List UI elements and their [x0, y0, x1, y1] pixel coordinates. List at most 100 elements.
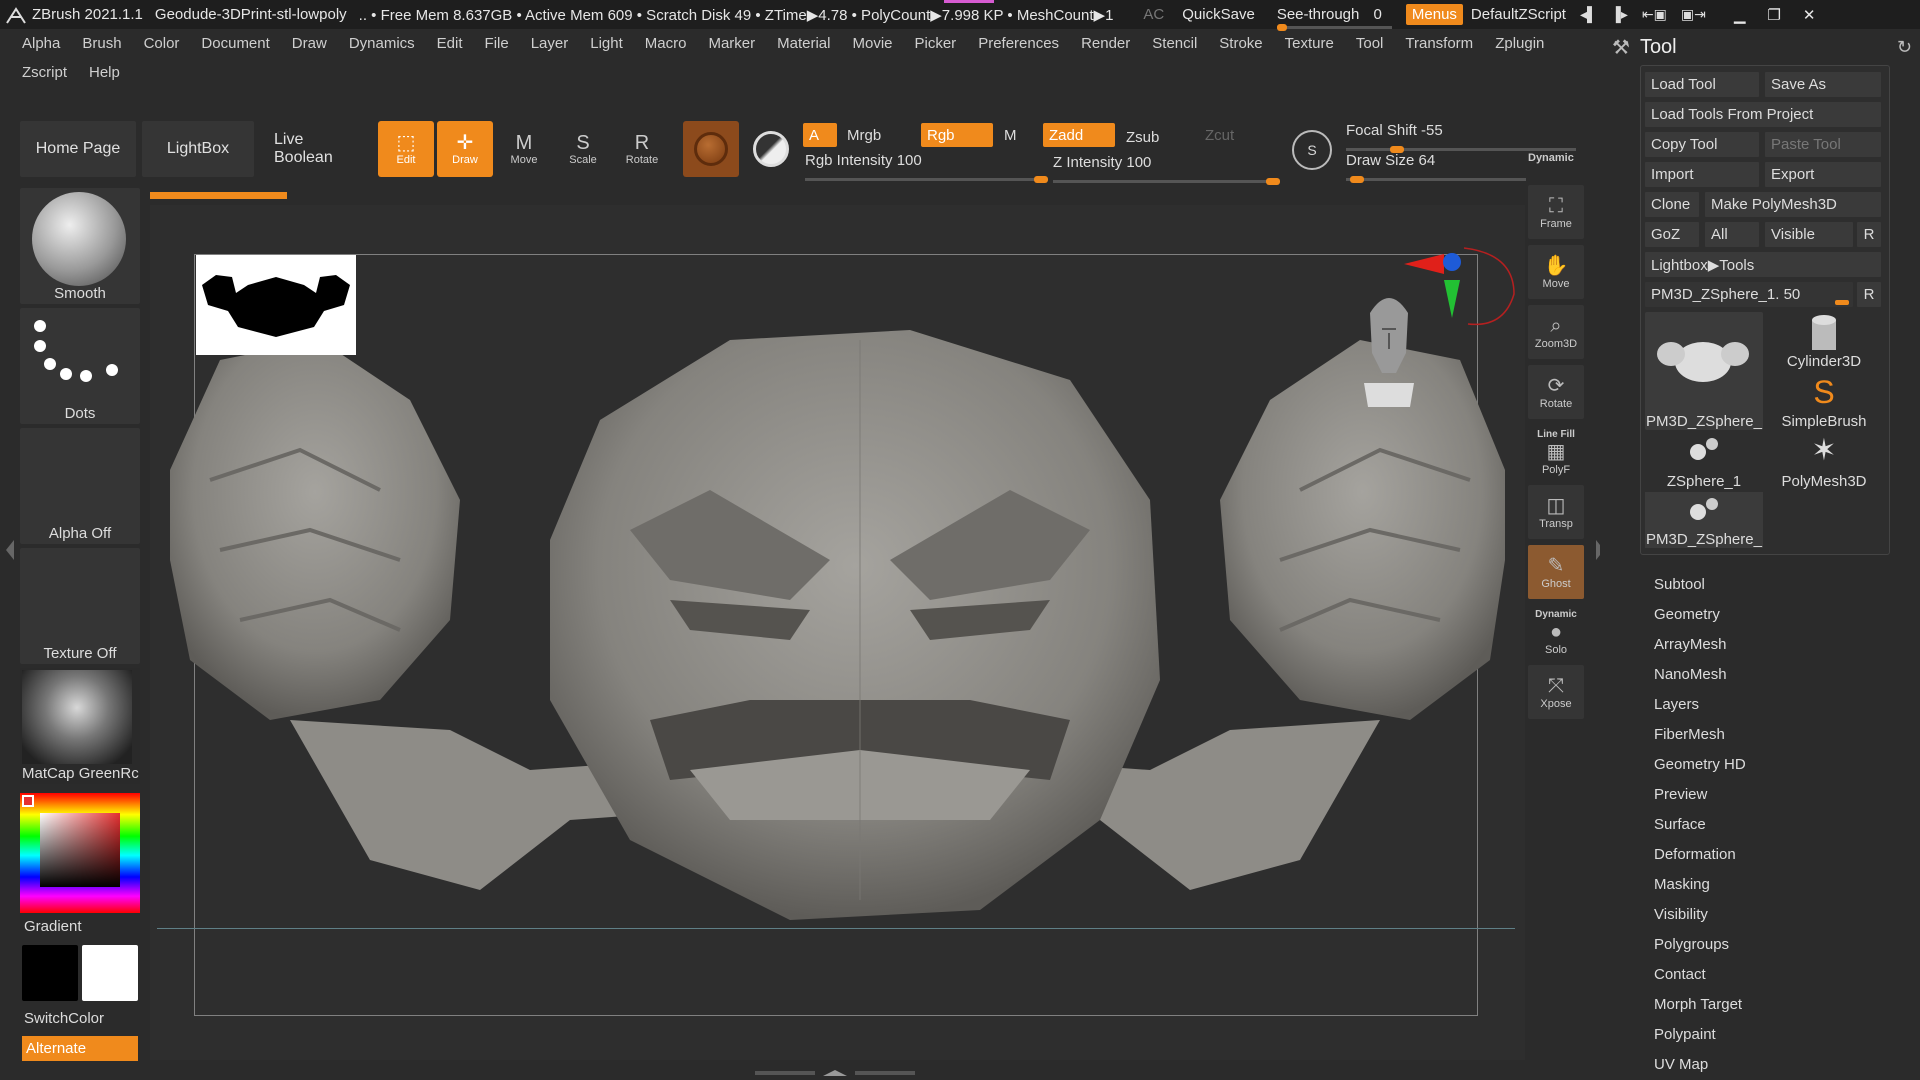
alternate-button[interactable]: Alternate — [22, 1036, 138, 1061]
layout-right-icon[interactable]: ▣⇥ — [1681, 6, 1706, 23]
menu-material[interactable]: Material — [777, 35, 830, 52]
lightbox-button[interactable]: LightBox — [142, 121, 254, 177]
rgb-button[interactable]: Rgb — [921, 123, 993, 147]
palette-right-icon[interactable]: ▐▸ — [1611, 6, 1628, 23]
submenu-polygroups[interactable]: Polygroups — [1654, 929, 1894, 959]
xpose-button[interactable]: ⤧ Xpose — [1528, 665, 1584, 719]
menu-document[interactable]: Document — [201, 35, 269, 52]
edit-mode-button[interactable]: ⬚ Edit — [378, 121, 434, 177]
menus-toggle-button[interactable]: Menus — [1405, 4, 1463, 25]
submenu-layers[interactable]: Layers — [1654, 689, 1894, 719]
navigation-thumbnail[interactable] — [196, 255, 356, 355]
close-icon[interactable]: ✕ — [1803, 6, 1816, 24]
secondary-color-swatch[interactable] — [82, 945, 138, 1001]
menu-draw[interactable]: Draw — [292, 35, 327, 52]
current-tool-knob[interactable] — [1835, 300, 1849, 305]
m-button[interactable]: M — [998, 123, 1023, 147]
rotate-view-button[interactable]: ⟳ Rotate — [1528, 365, 1584, 419]
restore-icon[interactable]: ❐ — [1767, 6, 1780, 24]
live-boolean-button[interactable]: Live Boolean — [260, 121, 372, 177]
rgb-intensity-slider[interactable]: Rgb Intensity 100 — [805, 152, 1048, 183]
rgb-intensity-knob[interactable] — [1034, 176, 1048, 183]
switch-color-button[interactable]: SwitchColor — [24, 1010, 104, 1027]
submenu-visibility[interactable]: Visibility — [1654, 899, 1894, 929]
load-from-project-button[interactable]: Load Tools From Project — [1645, 102, 1881, 127]
menu-render[interactable]: Render — [1081, 35, 1130, 52]
tool-tile-polymesh[interactable]: ✶ PolyMesh3D — [1765, 432, 1883, 490]
draw-mode-button[interactable]: ✛ Draw — [437, 121, 493, 177]
geodude-model[interactable] — [150, 300, 1530, 940]
draw-size-slider[interactable]: Draw Size 64 — [1346, 152, 1526, 183]
make-polymesh-button[interactable]: Make PolyMesh3D — [1705, 192, 1881, 217]
z-intensity-slider[interactable]: Z Intensity 100 — [1053, 154, 1280, 185]
menu-alpha[interactable]: Alpha — [22, 35, 60, 52]
tool-tile-zsphere[interactable]: ZSphere_1 — [1645, 432, 1763, 490]
rotate-mode-button[interactable]: R Rotate — [614, 121, 670, 177]
mrgb-button[interactable]: Mrgb — [841, 123, 887, 147]
zsub-button[interactable]: Zsub — [1120, 125, 1165, 149]
menu-help[interactable]: Help — [89, 64, 120, 81]
submenu-masking[interactable]: Masking — [1654, 869, 1894, 899]
save-as-button[interactable]: Save As — [1765, 72, 1881, 97]
left-tray-collapse-icon[interactable] — [6, 540, 14, 560]
focal-shift-slider[interactable]: Focal Shift -55 — [1346, 122, 1576, 153]
dynamic-label[interactable]: Dynamic — [1528, 152, 1574, 164]
color-picker[interactable] — [20, 793, 140, 913]
menu-zplugin[interactable]: Zplugin — [1495, 35, 1544, 52]
import-button[interactable]: Import — [1645, 162, 1759, 187]
paste-tool-button[interactable]: Paste Tool — [1765, 132, 1881, 157]
bottom-shelf-handle[interactable] — [755, 1070, 915, 1076]
goz-all-button[interactable]: All — [1705, 222, 1759, 247]
menu-marker[interactable]: Marker — [708, 35, 755, 52]
frame-button[interactable]: ⛶ Frame — [1528, 185, 1584, 239]
submenu-fibermesh[interactable]: FiberMesh — [1654, 719, 1894, 749]
ghost-button[interactable]: ✎ Ghost — [1528, 545, 1584, 599]
polyframe-button[interactable]: Line Fill ▦ PolyF — [1528, 425, 1584, 479]
menu-color[interactable]: Color — [144, 35, 180, 52]
layout-left-icon[interactable]: ⇤▣ — [1642, 6, 1667, 23]
menu-stroke[interactable]: Stroke — [1219, 35, 1262, 52]
menu-light[interactable]: Light — [590, 35, 623, 52]
texture-selector[interactable]: Texture Off — [20, 548, 140, 664]
export-button[interactable]: Export — [1765, 162, 1881, 187]
z-intensity-knob[interactable] — [1266, 178, 1280, 185]
solo-button[interactable]: Dynamic ● Solo — [1528, 605, 1584, 659]
menu-edit[interactable]: Edit — [437, 35, 463, 52]
ac-button[interactable]: AC — [1143, 6, 1164, 23]
submenu-nanomesh[interactable]: NanoMesh — [1654, 659, 1894, 689]
quicksave-button[interactable]: QuickSave — [1182, 6, 1255, 23]
menu-layer[interactable]: Layer — [531, 35, 569, 52]
zoom3d-button[interactable]: ⌕ Zoom3D — [1528, 305, 1584, 359]
submenu-geometry[interactable]: Geometry — [1654, 599, 1894, 629]
tool-tile-simplebrush[interactable]: S SimpleBrush — [1765, 372, 1883, 430]
color-saturation-area[interactable] — [40, 813, 120, 887]
transp-button[interactable]: ◫ Transp — [1528, 485, 1584, 539]
a-mode-button[interactable]: A — [803, 123, 837, 147]
zadd-button[interactable]: Zadd — [1043, 123, 1115, 147]
goz-button[interactable]: GoZ — [1645, 222, 1699, 247]
submenu-surface[interactable]: Surface — [1654, 809, 1894, 839]
menu-zscript[interactable]: Zscript — [22, 64, 67, 81]
palette-left-icon[interactable]: ◂▌ — [1580, 6, 1597, 23]
menu-transform[interactable]: Transform — [1405, 35, 1473, 52]
see-through-slider[interactable]: See-through 0 — [1276, 6, 1392, 31]
brush-selector[interactable]: Smooth — [20, 188, 140, 304]
gradient-label[interactable]: Gradient — [24, 918, 82, 935]
submenu-polypaint[interactable]: Polypaint — [1654, 1019, 1894, 1049]
submenu-subtool[interactable]: Subtool — [1654, 569, 1894, 599]
clone-button[interactable]: Clone — [1645, 192, 1699, 217]
move-mode-button[interactable]: M Move — [496, 121, 552, 177]
menu-preferences[interactable]: Preferences — [978, 35, 1059, 52]
goz-r-button[interactable]: R — [1857, 222, 1881, 247]
minimize-icon[interactable]: ▁ — [1734, 6, 1746, 24]
material-selector[interactable]: MatCap GreenRc — [20, 668, 140, 784]
tool-r-button[interactable]: R — [1857, 282, 1881, 307]
menu-macro[interactable]: Macro — [645, 35, 687, 52]
submenu-morph-target[interactable]: Morph Target — [1654, 989, 1894, 1019]
lightbox-tools-button[interactable]: Lightbox▶Tools — [1645, 252, 1881, 277]
tool-palette-header[interactable]: ⚒ Tool ↻ — [1612, 33, 1912, 61]
move-view-button[interactable]: ✋ Move — [1528, 245, 1584, 299]
draw-size-knob[interactable] — [1349, 176, 1364, 183]
menu-tool[interactable]: Tool — [1356, 35, 1384, 52]
main-color-swatch[interactable] — [22, 945, 78, 1001]
